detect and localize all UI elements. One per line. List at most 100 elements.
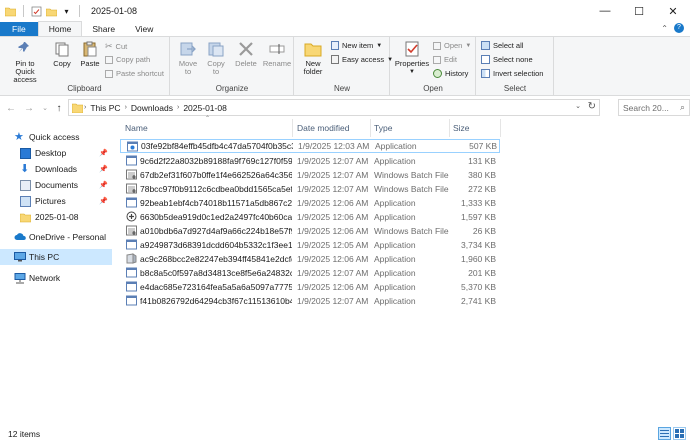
nav-desktop[interactable]: Desktop 📌 [0, 145, 112, 161]
invert-selection-button[interactable]: Invert selection [481, 69, 543, 78]
file-row[interactable]: b8c8a5c0f597a8d34813ce8f5e6a24832ccd... … [120, 266, 500, 280]
copy-path-label: Copy path [116, 55, 151, 64]
file-row[interactable]: a010bdb6a7d927d4af9a66c224b18e57f9a... 1… [120, 224, 500, 238]
column-header-size[interactable]: Size [453, 119, 497, 137]
easy-access-icon [331, 55, 339, 64]
nav-pictures[interactable]: Pictures 📌 [0, 193, 112, 209]
maximize-button[interactable]: ☐ [622, 0, 656, 22]
column-header-name[interactable]: Name [125, 119, 290, 137]
copy-button[interactable]: Copy [50, 40, 74, 68]
cut-button[interactable]: ✂ Cut [105, 41, 127, 52]
address-dropdown-icon[interactable]: ⌄ [575, 102, 581, 110]
help-icon[interactable]: ? [674, 23, 684, 33]
up-button[interactable]: ↑ [52, 97, 66, 119]
new-item-button[interactable]: New item ▼ [331, 41, 382, 50]
application-icon [127, 141, 138, 152]
pin-icon[interactable]: 📌 [99, 165, 108, 173]
column-divider[interactable] [292, 119, 293, 137]
file-name: 9c6d2f22a8032b89188fa9f769c127f0f597d... [140, 156, 292, 166]
tab-home[interactable]: Home [37, 21, 83, 36]
file-name: f41b0826792d64294cb3f67c11513610b451... [140, 296, 292, 306]
rename-label: Rename [262, 59, 292, 68]
open-button[interactable]: Open ▼ [433, 41, 471, 50]
pin-icon[interactable]: 📌 [99, 197, 108, 205]
file-type: Application [374, 296, 416, 306]
recent-locations-button[interactable]: ⌄ [38, 97, 52, 119]
file-row[interactable]: 78bcc97f0b9112c6cdbea0bdd1565ca5ef9... 1… [120, 182, 500, 196]
nav-onedrive[interactable]: OneDrive - Personal [0, 229, 112, 245]
details-view-button[interactable] [658, 427, 671, 440]
file-row[interactable]: e4dac685e723164fea5a5a6a5097a77756f2... … [120, 280, 500, 294]
breadcrumb-current-folder[interactable]: 2025-01-08 [183, 103, 226, 113]
properties-button[interactable]: Properties ▼ [393, 40, 431, 76]
search-input[interactable]: Search 20... ⌕ [618, 99, 690, 116]
delete-label: Delete [235, 59, 257, 68]
move-to-button[interactable]: Move to [175, 40, 201, 76]
nav-downloads[interactable]: ⬇ Downloads 📌 [0, 161, 112, 177]
properties-icon[interactable] [31, 6, 42, 17]
minimize-button[interactable]: — [588, 0, 622, 22]
column-divider[interactable] [500, 119, 501, 137]
large-icons-view-button[interactable] [673, 427, 686, 440]
divider [23, 5, 24, 17]
chevron-right-icon[interactable]: › [177, 104, 179, 111]
easy-access-button[interactable]: Easy access ▼ [331, 55, 393, 64]
address-row: ← → ⌄ ↑ › This PC › Downloads › 2025-01-… [0, 97, 690, 119]
edit-button[interactable]: Edit [433, 55, 457, 64]
select-group: Select all Select none Invert selection … [477, 37, 554, 95]
column-header-date[interactable]: Date modified [297, 119, 372, 137]
file-row[interactable]: 03fe92bf84effb45dfb4c47da5704f0b35c3c...… [120, 139, 500, 153]
close-button[interactable]: ✕ [656, 0, 690, 22]
file-row[interactable]: 92beab1ebf4cb74018b11571a5db867c2ec... 1… [120, 196, 500, 210]
large-icons-view-icon [675, 429, 684, 438]
file-row[interactable]: f41b0826792d64294cb3f67c11513610b451... … [120, 294, 500, 308]
download-icon: ⬇ [20, 162, 30, 175]
chevron-up-icon[interactable]: ⌃ [661, 24, 668, 33]
paste-label: Paste [80, 59, 100, 68]
column-divider[interactable] [449, 119, 450, 137]
paste-button[interactable]: Paste [78, 40, 102, 68]
delete-button[interactable]: Delete [233, 40, 259, 68]
file-row[interactable]: a9249873d68391dcdd604b5332c1f3ee1be... 1… [120, 238, 500, 252]
history-button[interactable]: History [433, 69, 468, 78]
tab-file[interactable]: File [0, 22, 38, 36]
pin-to-quick-access-button[interactable]: Pin to Quick access [3, 40, 47, 84]
back-button[interactable]: ← [4, 97, 18, 119]
nav-documents[interactable]: Documents 📌 [0, 177, 112, 193]
chevron-down-icon: ▼ [376, 42, 383, 49]
tab-view[interactable]: View [125, 22, 163, 36]
tab-share[interactable]: Share [82, 22, 125, 36]
select-none-button[interactable]: Select none [481, 55, 533, 64]
chevron-right-icon[interactable]: › [125, 104, 127, 111]
column-header-type[interactable]: Type [374, 119, 450, 137]
customize-toolbar-icon[interactable]: ▾ [61, 6, 72, 17]
copy-label: Copy [53, 59, 71, 68]
file-row[interactable]: 6630b5dea919d0c1ed2a2497fc40b60caa4... 1… [120, 210, 500, 224]
breadcrumb-downloads[interactable]: Downloads [131, 103, 173, 113]
file-row[interactable]: 9c6d2f22a8032b89188fa9f769c127f0f597d...… [120, 154, 500, 168]
search-icon: ⌕ [679, 102, 685, 112]
nav-this-pc[interactable]: This PC [0, 249, 112, 265]
new-folder-icon[interactable] [45, 6, 58, 17]
clipboard-group: Pin to Quick access Copy Paste ✂ Cut Cop… [0, 37, 170, 95]
address-bar[interactable]: › This PC › Downloads › 2025-01-08 ⌄ ↻ [68, 99, 600, 116]
column-divider[interactable] [370, 119, 371, 137]
pin-icon[interactable]: 📌 [99, 149, 108, 157]
history-icon [433, 69, 442, 78]
forward-button[interactable]: → [22, 97, 36, 119]
file-row[interactable]: ac9c268bcc2e82247eb394ff45841e2dcfdb... … [120, 252, 500, 266]
nav-folder-2025-01-08[interactable]: 2025-01-08 [0, 209, 112, 225]
nav-quick-access[interactable]: ★ Quick access [0, 129, 112, 145]
pin-icon[interactable]: 📌 [99, 181, 108, 189]
file-size: 272 KB [468, 184, 496, 194]
nav-network[interactable]: Network [0, 270, 112, 286]
copy-to-button[interactable]: Copy to [203, 40, 229, 76]
new-folder-button[interactable]: New folder [299, 40, 327, 76]
breadcrumb-this-pc[interactable]: This PC [90, 103, 120, 113]
rename-button[interactable]: Rename [263, 40, 291, 68]
paste-shortcut-button[interactable]: Paste shortcut [105, 69, 164, 78]
copy-path-button[interactable]: Copy path [105, 55, 150, 64]
file-row[interactable]: 67db2ef31f607b0ffe1f4e662526a64c35699...… [120, 168, 500, 182]
refresh-icon[interactable]: ↻ [588, 101, 596, 112]
select-all-button[interactable]: Select all [481, 41, 523, 50]
